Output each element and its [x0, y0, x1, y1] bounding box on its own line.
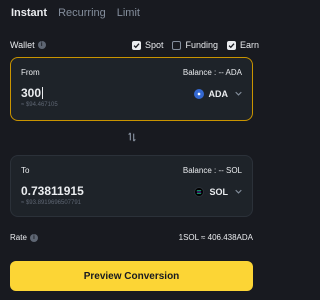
earn-checkbox[interactable] [226, 40, 236, 50]
swap-arrows-icon [128, 132, 136, 142]
to-amount-value: 0.73811915 [21, 184, 84, 198]
to-amount-output[interactable]: 0.73811915 [21, 184, 84, 198]
from-card[interactable]: From Balance : -- ADA 300 ≈ $94.467105 A… [10, 57, 253, 121]
to-card[interactable]: To Balance : -- SOL 0.73811915 ≈ $93.891… [10, 155, 253, 217]
from-label: From [21, 68, 40, 77]
to-usd-value: ≈ $93.8919696507791 [21, 200, 82, 206]
chevron-down-icon [235, 189, 242, 196]
convert-page: Instant Recurring Limit Wallet i Spot Fu… [0, 0, 269, 300]
to-card-body: 0.73811915 ≈ $93.8919696507791 SOL [21, 184, 242, 206]
spot-label: Spot [144, 40, 164, 50]
rate-label-group: Rate i [10, 233, 38, 242]
from-amount-input[interactable]: 300 [21, 86, 58, 100]
rate-value: 1SOL ≈ 406.438ADA [178, 233, 253, 242]
to-label: To [21, 166, 30, 175]
from-card-body: 300 ≈ $94.467105 ADA [21, 86, 242, 108]
to-coin-selector[interactable]: SOL [194, 187, 242, 197]
wallet-option-funding[interactable]: Funding [172, 40, 218, 50]
tab-instant[interactable]: Instant [11, 7, 47, 19]
from-amount-group: 300 ≈ $94.467105 [21, 86, 58, 108]
chevron-down-icon [235, 91, 242, 98]
swap-button[interactable] [124, 129, 140, 145]
spot-checkbox[interactable] [131, 40, 141, 50]
wallet-label: Wallet [10, 40, 35, 50]
to-card-header: To Balance : -- SOL [21, 166, 242, 175]
rate-label: Rate [10, 233, 27, 242]
text-cursor [42, 87, 44, 99]
from-amount-value: 300 [21, 86, 42, 100]
check-icon [133, 42, 140, 48]
wallet-label-group: Wallet i [10, 40, 123, 50]
funding-checkbox[interactable] [172, 40, 182, 50]
tab-recurring[interactable]: Recurring [58, 7, 106, 19]
check-icon [228, 42, 235, 48]
info-icon[interactable]: i [29, 233, 38, 242]
earn-label: Earn [239, 40, 259, 50]
to-coin-symbol: SOL [209, 187, 228, 197]
preview-conversion-button[interactable]: Preview Conversion [10, 261, 253, 291]
mode-tabs: Instant Recurring Limit [10, 0, 259, 26]
wallet-option-earn[interactable]: Earn [226, 40, 259, 50]
info-icon[interactable]: i [37, 41, 46, 49]
funding-label: Funding [185, 40, 218, 50]
sol-logo-icon [194, 187, 205, 197]
rate-row: Rate i 1SOL ≈ 406.438ADA [10, 233, 253, 242]
from-coin-symbol: ADA [208, 89, 229, 99]
from-coin-selector[interactable]: ADA [193, 89, 243, 99]
to-balance: Balance : -- SOL [182, 166, 242, 175]
wallet-row: Wallet i Spot Funding Earn [10, 30, 259, 60]
from-card-header: From Balance : -- ADA [21, 68, 242, 77]
tab-limit[interactable]: Limit [117, 7, 140, 19]
ada-logo-icon [193, 89, 204, 99]
to-amount-group: 0.73811915 ≈ $93.8919696507791 [21, 184, 84, 206]
from-balance: Balance : -- ADA [182, 68, 242, 77]
wallet-option-spot[interactable]: Spot [131, 40, 164, 50]
from-usd-value: ≈ $94.467105 [21, 102, 58, 108]
